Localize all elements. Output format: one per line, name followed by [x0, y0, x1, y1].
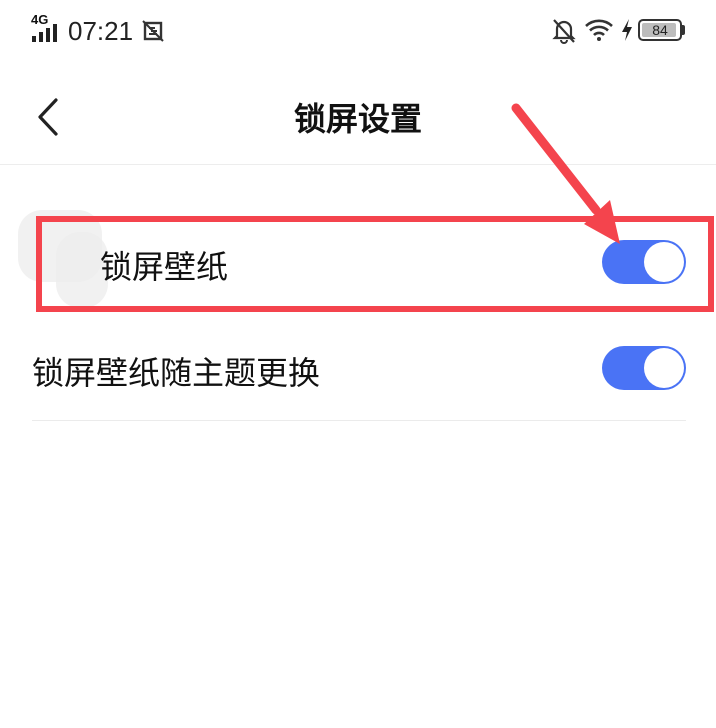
battery-cap — [682, 25, 685, 35]
battery-icon: 84 — [638, 19, 682, 41]
charging-icon — [622, 19, 632, 41]
setting-label: 锁屏壁纸随主题更换 — [32, 354, 321, 392]
lockscreen-wallpaper-toggle[interactable] — [602, 240, 686, 284]
toggle-knob — [644, 348, 684, 388]
wifi-icon — [585, 19, 613, 41]
setting-row-lockscreen-wallpaper: 锁屏壁纸 — [32, 210, 686, 310]
header-divider — [0, 164, 716, 165]
status-bar: 4G 07:21 84 — [0, 0, 716, 64]
setting-row-wallpaper-follow-theme: 锁屏壁纸随主题更换 — [32, 318, 686, 421]
wallpaper-follow-theme-toggle[interactable] — [602, 346, 686, 390]
signal-icon — [32, 24, 57, 42]
mute-bell-icon — [552, 19, 576, 44]
status-time: 07:21 — [68, 16, 134, 46]
page-title: 锁屏设置 — [293, 100, 422, 138]
battery-level: 84 — [652, 22, 668, 38]
screenshot-icon — [142, 20, 164, 42]
toggle-knob — [644, 242, 684, 282]
setting-label: 锁屏壁纸 — [100, 248, 229, 286]
